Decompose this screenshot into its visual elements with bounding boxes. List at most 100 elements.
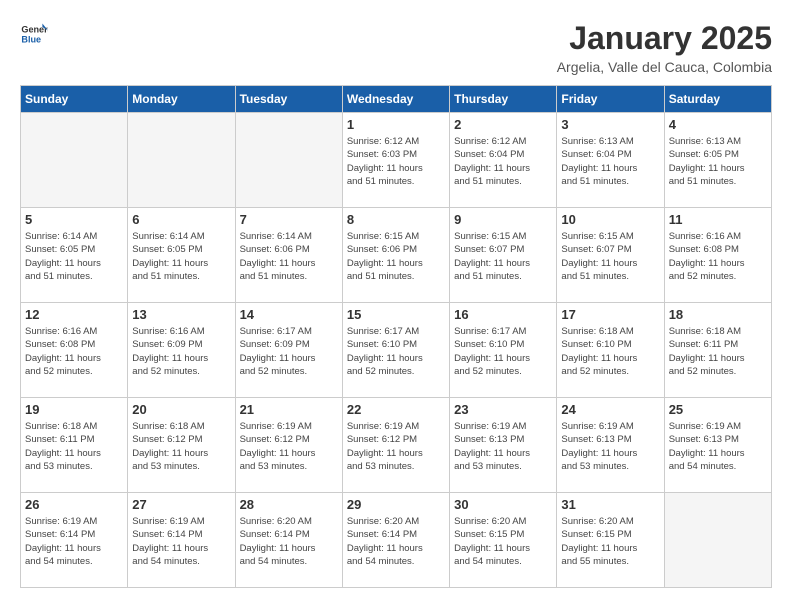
header-tuesday: Tuesday [235, 86, 342, 113]
day-number: 3 [561, 117, 659, 132]
day-number: 13 [132, 307, 230, 322]
day-number: 22 [347, 402, 445, 417]
day-number: 20 [132, 402, 230, 417]
day-number: 24 [561, 402, 659, 417]
calendar-cell: 9 Sunrise: 6:15 AM Sunset: 6:07 PM Daylig… [450, 208, 557, 303]
logo: General Blue [20, 20, 48, 48]
day-info: Sunrise: 6:19 AM Sunset: 6:12 PM Dayligh… [347, 420, 445, 473]
calendar-cell: 24 Sunrise: 6:19 AM Sunset: 6:13 PM Dayli… [557, 398, 664, 493]
calendar-title: January 2025 [557, 20, 772, 57]
day-number: 21 [240, 402, 338, 417]
calendar-cell: 7 Sunrise: 6:14 AM Sunset: 6:06 PM Daylig… [235, 208, 342, 303]
day-info: Sunrise: 6:18 AM Sunset: 6:11 PM Dayligh… [669, 325, 767, 378]
day-info: Sunrise: 6:13 AM Sunset: 6:04 PM Dayligh… [561, 135, 659, 188]
day-info: Sunrise: 6:15 AM Sunset: 6:07 PM Dayligh… [454, 230, 552, 283]
svg-text:Blue: Blue [21, 34, 41, 44]
header-wednesday: Wednesday [342, 86, 449, 113]
calendar-subtitle: Argelia, Valle del Cauca, Colombia [557, 59, 772, 75]
day-info: Sunrise: 6:14 AM Sunset: 6:05 PM Dayligh… [132, 230, 230, 283]
day-number: 26 [25, 497, 123, 512]
day-info: Sunrise: 6:14 AM Sunset: 6:05 PM Dayligh… [25, 230, 123, 283]
calendar-week-row: 1 Sunrise: 6:12 AM Sunset: 6:03 PM Daylig… [21, 113, 772, 208]
calendar-cell: 3 Sunrise: 6:13 AM Sunset: 6:04 PM Daylig… [557, 113, 664, 208]
calendar-cell: 17 Sunrise: 6:18 AM Sunset: 6:10 PM Dayli… [557, 303, 664, 398]
day-number: 18 [669, 307, 767, 322]
calendar-cell: 26 Sunrise: 6:19 AM Sunset: 6:14 PM Dayli… [21, 493, 128, 588]
day-info: Sunrise: 6:20 AM Sunset: 6:14 PM Dayligh… [240, 515, 338, 568]
day-info: Sunrise: 6:19 AM Sunset: 6:13 PM Dayligh… [561, 420, 659, 473]
header-friday: Friday [557, 86, 664, 113]
day-number: 2 [454, 117, 552, 132]
calendar-cell [235, 113, 342, 208]
calendar-cell: 21 Sunrise: 6:19 AM Sunset: 6:12 PM Dayli… [235, 398, 342, 493]
calendar-cell: 18 Sunrise: 6:18 AM Sunset: 6:11 PM Dayli… [664, 303, 771, 398]
day-info: Sunrise: 6:15 AM Sunset: 6:07 PM Dayligh… [561, 230, 659, 283]
day-number: 28 [240, 497, 338, 512]
day-info: Sunrise: 6:17 AM Sunset: 6:10 PM Dayligh… [347, 325, 445, 378]
calendar-cell: 13 Sunrise: 6:16 AM Sunset: 6:09 PM Dayli… [128, 303, 235, 398]
day-number: 31 [561, 497, 659, 512]
calendar-table: Sunday Monday Tuesday Wednesday Thursday… [20, 85, 772, 588]
day-number: 14 [240, 307, 338, 322]
day-info: Sunrise: 6:18 AM Sunset: 6:10 PM Dayligh… [561, 325, 659, 378]
calendar-cell: 31 Sunrise: 6:20 AM Sunset: 6:15 PM Dayli… [557, 493, 664, 588]
calendar-cell: 14Sunrise: 6:17 AM Sunset: 6:09 PM Dayli… [235, 303, 342, 398]
calendar-cell: 23 Sunrise: 6:19 AM Sunset: 6:13 PM Dayli… [450, 398, 557, 493]
day-number: 16 [454, 307, 552, 322]
day-number: 5 [25, 212, 123, 227]
day-number: 8 [347, 212, 445, 227]
calendar-cell: 25 Sunrise: 6:19 AM Sunset: 6:13 PM Dayli… [664, 398, 771, 493]
day-info: Sunrise: 6:16 AM Sunset: 6:09 PM Dayligh… [132, 325, 230, 378]
calendar-cell: 6 Sunrise: 6:14 AM Sunset: 6:05 PM Daylig… [128, 208, 235, 303]
day-info: Sunrise: 6:19 AM Sunset: 6:12 PM Dayligh… [240, 420, 338, 473]
calendar-cell: 20 Sunrise: 6:18 AM Sunset: 6:12 PM Dayli… [128, 398, 235, 493]
day-number: 15 [347, 307, 445, 322]
day-info: Sunrise: 6:20 AM Sunset: 6:14 PM Dayligh… [347, 515, 445, 568]
day-number: 27 [132, 497, 230, 512]
day-number: 19 [25, 402, 123, 417]
calendar-cell: 11 Sunrise: 6:16 AM Sunset: 6:08 PM Dayli… [664, 208, 771, 303]
day-info: Sunrise: 6:18 AM Sunset: 6:11 PM Dayligh… [25, 420, 123, 473]
day-number: 6 [132, 212, 230, 227]
day-number: 1 [347, 117, 445, 132]
day-info: Sunrise: 6:13 AM Sunset: 6:05 PM Dayligh… [669, 135, 767, 188]
day-info: Sunrise: 6:19 AM Sunset: 6:14 PM Dayligh… [25, 515, 123, 568]
day-info: Sunrise: 6:16 AM Sunset: 6:08 PM Dayligh… [669, 230, 767, 283]
day-number: 17 [561, 307, 659, 322]
day-info: Sunrise: 6:12 AM Sunset: 6:03 PM Dayligh… [347, 135, 445, 188]
calendar-cell: 1 Sunrise: 6:12 AM Sunset: 6:03 PM Daylig… [342, 113, 449, 208]
calendar-cell: 15 Sunrise: 6:17 AM Sunset: 6:10 PM Dayli… [342, 303, 449, 398]
day-number: 25 [669, 402, 767, 417]
calendar-cell [128, 113, 235, 208]
calendar-cell: 4 Sunrise: 6:13 AM Sunset: 6:05 PM Daylig… [664, 113, 771, 208]
day-info: Sunrise: 6:14 AM Sunset: 6:06 PM Dayligh… [240, 230, 338, 283]
calendar-cell [21, 113, 128, 208]
day-info: Sunrise: 6:19 AM Sunset: 6:14 PM Dayligh… [132, 515, 230, 568]
page-header: General Blue January 2025 Argelia, Valle… [20, 20, 772, 75]
calendar-cell: 30Sunrise: 6:20 AM Sunset: 6:15 PM Dayli… [450, 493, 557, 588]
day-info: Sunrise: 6:19 AM Sunset: 6:13 PM Dayligh… [454, 420, 552, 473]
calendar-cell: 16 Sunrise: 6:17 AM Sunset: 6:10 PM Dayli… [450, 303, 557, 398]
day-info: Sunrise: 6:17 AM Sunset: 6:10 PM Dayligh… [454, 325, 552, 378]
day-info: Sunrise: 6:19 AM Sunset: 6:13 PM Dayligh… [669, 420, 767, 473]
day-number: 10 [561, 212, 659, 227]
calendar-cell: 8Sunrise: 6:15 AM Sunset: 6:06 PM Daylig… [342, 208, 449, 303]
header-thursday: Thursday [450, 86, 557, 113]
day-number: 7 [240, 212, 338, 227]
day-number: 9 [454, 212, 552, 227]
calendar-cell: 29Sunrise: 6:20 AM Sunset: 6:14 PM Dayli… [342, 493, 449, 588]
day-info: Sunrise: 6:12 AM Sunset: 6:04 PM Dayligh… [454, 135, 552, 188]
day-info: Sunrise: 6:18 AM Sunset: 6:12 PM Dayligh… [132, 420, 230, 473]
calendar-cell: 5 Sunrise: 6:14 AM Sunset: 6:05 PM Daylig… [21, 208, 128, 303]
day-number: 23 [454, 402, 552, 417]
calendar-cell: 22 Sunrise: 6:19 AM Sunset: 6:12 PM Dayli… [342, 398, 449, 493]
day-info: Sunrise: 6:20 AM Sunset: 6:15 PM Dayligh… [561, 515, 659, 568]
calendar-cell: 12Sunrise: 6:16 AM Sunset: 6:08 PM Dayli… [21, 303, 128, 398]
calendar-week-row: 12Sunrise: 6:16 AM Sunset: 6:08 PM Dayli… [21, 303, 772, 398]
calendar-cell: 19 Sunrise: 6:18 AM Sunset: 6:11 PM Dayli… [21, 398, 128, 493]
day-number: 12 [25, 307, 123, 322]
day-number: 4 [669, 117, 767, 132]
calendar-body: 1 Sunrise: 6:12 AM Sunset: 6:03 PM Daylig… [21, 113, 772, 588]
day-number: 11 [669, 212, 767, 227]
calendar-cell: 10 Sunrise: 6:15 AM Sunset: 6:07 PM Dayli… [557, 208, 664, 303]
